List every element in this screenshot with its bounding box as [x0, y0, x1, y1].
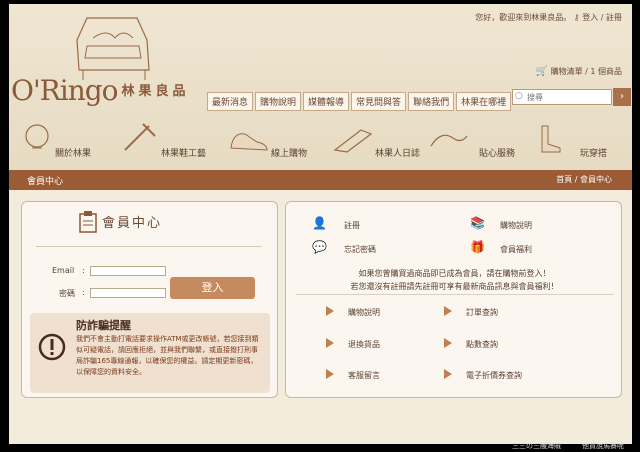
footer-right-text: 他買說馬賽呢	[582, 442, 624, 450]
hammer-icon	[124, 123, 156, 151]
link-shopping-guide[interactable]: 購物說明	[500, 220, 532, 231]
link-order-query[interactable]: 訂單查詢	[466, 307, 498, 318]
category-label: 貼心服務	[479, 149, 516, 159]
link-member-benefits[interactable]: 會員福利	[500, 244, 532, 255]
category-service[interactable]: 貼心服務	[427, 114, 527, 169]
nav-item-faq[interactable]: 常見問與答	[351, 92, 407, 111]
play-arrow-icon	[326, 369, 334, 379]
link-forgot-password[interactable]: 忘記密碼	[344, 244, 376, 255]
password-colon: :	[82, 288, 85, 297]
member-links-panel: 👤 註冊 💬 忘記密碼 📚 購物說明 🎁 會員福利 如果您曾購買過商品即已成為會…	[285, 201, 622, 398]
member-title: 會員中心	[102, 216, 163, 231]
brand-logo[interactable]: O'Ringo 林果良品	[11, 74, 190, 107]
cart-text: 購物清單 / 1 個商品	[550, 67, 622, 76]
login-link[interactable]: 登入	[582, 13, 598, 22]
nav-item-shopping-guide[interactable]: 購物說明	[255, 92, 302, 111]
lightbulb-icon	[25, 124, 49, 149]
writing-hand-icon	[333, 129, 373, 153]
brand-logo-zh: 林果良品	[121, 84, 190, 99]
top-links: 您好，歡迎來到林果良品。 ⚷ 登入 / 註冊	[475, 12, 622, 23]
welcome-text: 您好，歡迎來到林果良品。	[475, 13, 572, 22]
category-label: 林果鞋工藝	[161, 149, 207, 159]
cart-icon: 🛒	[535, 66, 549, 77]
category-craft[interactable]: 林果鞋工藝	[121, 114, 221, 169]
service-hands-icon	[430, 134, 468, 147]
warning-icon	[38, 333, 66, 361]
play-arrow-icon	[444, 369, 452, 379]
email-colon: :	[82, 266, 85, 275]
cart-link[interactable]: 🛒 購物清單 / 1 個商品	[536, 66, 622, 77]
register-link[interactable]: 註冊	[606, 13, 622, 22]
password-label: 密碼	[59, 289, 75, 298]
fraud-title: 防詐騙提醒	[76, 319, 131, 332]
chair-logo-illustration	[76, 17, 150, 80]
login-button[interactable]: 登入	[170, 277, 255, 299]
category-shop[interactable]: 線上購物	[227, 114, 327, 169]
play-arrow-icon	[444, 306, 452, 316]
member-login-panel: 會員中心 Email : 密碼 : 登入 防詐騙提醒 我們不會主動打電話要求操作…	[21, 201, 278, 398]
play-arrow-icon	[444, 338, 452, 348]
category-label: 林果人日誌	[375, 149, 421, 159]
fraud-body: 我們不會主動打電話要求操作ATM或更改帳號，若您接到類似可疑電話，請回應拒絕，並…	[76, 335, 259, 376]
link-register[interactable]: 註冊	[344, 220, 360, 231]
divider	[36, 246, 262, 247]
nav-item-locations[interactable]: 林果在哪裡	[456, 92, 512, 111]
brand-logo-en: O'Ringo	[11, 74, 119, 107]
footer: 三三の三艘海賊 他買說馬賽呢	[0, 440, 640, 452]
boots-icon	[541, 125, 561, 153]
nav-item-contact[interactable]: 聯絡我們	[408, 92, 455, 111]
add-user-icon: 👤	[312, 216, 327, 230]
link-points-query[interactable]: 點數查詢	[466, 339, 498, 350]
breadcrumb[interactable]: 首頁 / 會員中心	[556, 174, 612, 185]
section-title: 會員中心	[27, 177, 64, 187]
category-style[interactable]: 玩穿搭	[534, 114, 629, 169]
footer-left-text: 三三の三艘海賊	[512, 442, 561, 450]
category-label: 關於林果	[55, 149, 92, 159]
divider	[296, 294, 614, 295]
gift-icon: 🎁	[470, 240, 485, 254]
chat-icon: 💬	[312, 240, 327, 254]
email-field[interactable]	[90, 266, 166, 276]
link-shopping-guide-2[interactable]: 購物說明	[348, 307, 380, 318]
nav-item-news[interactable]: 最新消息	[207, 92, 254, 111]
page: O'Ringo 林果良品 您好，歡迎來到林果良品。 ⚷ 登入 / 註冊 🛒 購物清…	[9, 4, 632, 444]
search-button[interactable]: ›	[613, 88, 631, 106]
notice-line-1: 如果您曾購買過商品即已成為會員，請在購物前登入！	[358, 269, 551, 278]
play-arrow-icon	[326, 306, 334, 316]
search-input[interactable]	[512, 89, 612, 105]
category-about[interactable]: 關於林果	[21, 114, 111, 169]
fraud-notice: 防詐騙提醒 我們不會主動打電話要求操作ATM或更改帳號，若您接到類似可疑電話，請…	[30, 313, 270, 393]
search-icon: ○	[515, 91, 523, 101]
shoe-icon	[230, 133, 268, 151]
notice-line-2: 若您還沒有註冊請先註冊可享有最新商品訊息與會員福利！	[350, 282, 559, 291]
link-service-message[interactable]: 客服留言	[348, 370, 380, 381]
nav-item-media[interactable]: 媒體報導	[303, 92, 350, 111]
link-returns[interactable]: 退換貨品	[348, 339, 380, 350]
category-label: 線上購物	[271, 149, 308, 159]
link-separator: /	[600, 13, 604, 22]
link-coupon-query[interactable]: 電子折價券查詢	[466, 370, 522, 381]
password-field[interactable]	[90, 288, 166, 298]
header: O'Ringo 林果良品 您好，歡迎來到林果良品。 ⚷ 登入 / 註冊 🛒 購物清…	[9, 4, 632, 174]
book-icon: 📚	[470, 216, 485, 230]
email-label: Email	[52, 266, 75, 275]
category-label: 玩穿搭	[580, 149, 608, 159]
section-bar: 會員中心 首頁 / 會員中心	[9, 170, 632, 190]
main-nav: 最新消息 購物說明 媒體報導 常見問與答 聯絡我們 林果在哪裡	[207, 92, 512, 111]
key-icon: ⚷	[573, 13, 580, 22]
play-arrow-icon	[326, 338, 334, 348]
category-row: 關於林果 林果鞋工藝 線上購物 林果人日誌 貼心服務 玩穿搭	[9, 114, 632, 169]
clipboard-icon	[79, 211, 97, 233]
